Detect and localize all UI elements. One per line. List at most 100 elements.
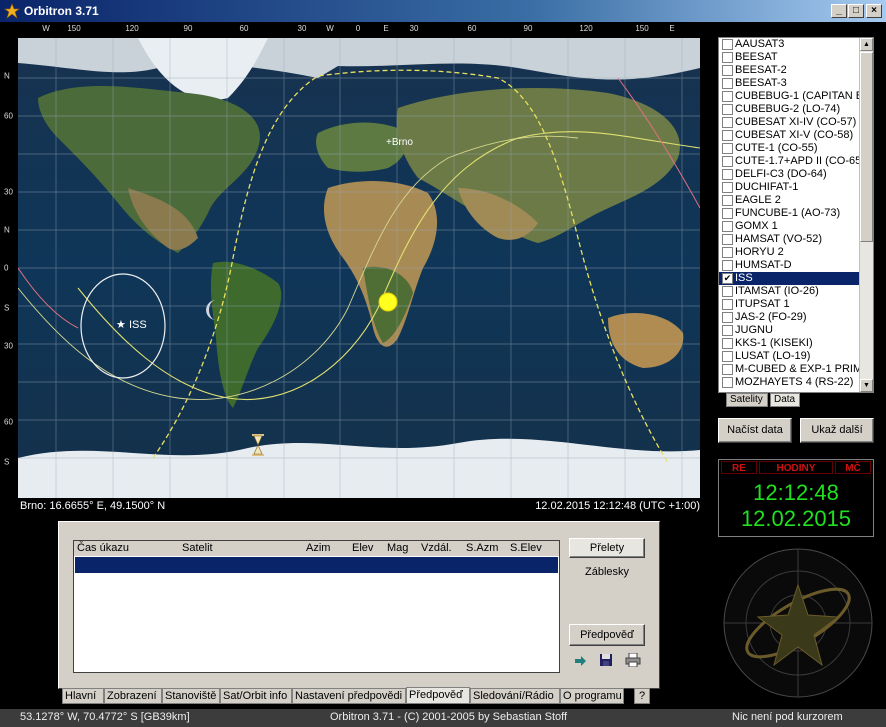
list-item[interactable]: HUMSAT-D [719,259,873,272]
re-toggle[interactable]: RE [721,461,757,474]
list-item[interactable]: ITAMSAT (IO-26) [719,285,873,298]
satellite-checkbox[interactable] [722,39,733,50]
satellite-checkbox[interactable] [722,143,733,154]
satellite-checkbox[interactable] [722,364,733,375]
scroll-up-icon[interactable]: ▲ [860,38,873,51]
satellite-checkbox[interactable] [722,312,733,323]
satellite-checkbox[interactable] [722,351,733,362]
satellite-name: BEESAT [735,51,778,63]
tab-stanoviste[interactable]: Stanoviště [162,688,220,704]
mc-toggle[interactable]: MČ [835,461,871,474]
list-item[interactable]: BEESAT-3 [719,77,873,90]
list-item[interactable]: CUTE-1.7+APD II (CO-65) [719,155,873,168]
satellite-checkbox[interactable] [722,377,733,388]
tab-hlavni[interactable]: Hlavní [62,688,104,704]
satellite-checkbox[interactable] [722,260,733,271]
satellite-checkbox[interactable] [722,104,733,115]
world-map[interactable]: +Brno ★ ISS [18,38,700,498]
arrow-right-icon[interactable] [573,654,587,668]
satellite-checkbox[interactable] [722,247,733,258]
satellite-checkbox[interactable]: ✔ [722,273,733,284]
list-item[interactable]: HORYU 2 [719,246,873,259]
tab-sledovani-radio[interactable]: Sledování/Rádio [470,688,560,704]
tab-satelity[interactable]: Satelity [726,393,768,407]
list-item[interactable]: CUBEBUG-1 (CAPITAN B [719,90,873,103]
list-item[interactable]: AAUSAT3 [719,38,873,51]
maximize-button[interactable]: □ [848,4,864,18]
close-button[interactable]: × [866,4,882,18]
satellite-checkbox[interactable] [722,117,733,128]
col-azim[interactable]: Azim [306,542,330,554]
satellite-checkbox[interactable] [722,65,733,76]
save-icon[interactable] [599,653,613,667]
list-item[interactable]: CUBESAT XI-IV (CO-57) [719,116,873,129]
title-bar[interactable]: Orbitron 3.71 _ □ × [0,0,886,22]
tab-zobrazeni[interactable]: Zobrazení [104,688,162,704]
list-item[interactable]: FUNCUBE-1 (AO-73) [719,207,873,220]
satellite-checkbox[interactable] [722,52,733,63]
list-item[interactable]: CUBEBUG-2 (LO-74) [719,103,873,116]
list-item[interactable]: GOMX 1 [719,220,873,233]
passes-table[interactable]: Čas úkazu Satelit Azim Elev Mag Vzdál. S… [73,540,560,673]
satellite-checkbox[interactable] [722,182,733,193]
satellite-checkbox[interactable] [722,195,733,206]
list-item[interactable]: JAS-2 (FO-29) [719,311,873,324]
list-scrollbar[interactable]: ▲ ▼ [859,38,873,392]
scroll-thumb[interactable] [860,52,873,242]
list-item[interactable]: ITUPSAT 1 [719,298,873,311]
list-item[interactable]: KKS-1 (KISEKI) [719,337,873,350]
tab-data[interactable]: Data [770,393,800,407]
col-satelit[interactable]: Satelit [182,542,213,554]
minimize-button[interactable]: _ [831,4,847,18]
load-data-button[interactable]: Načíst data [718,418,792,443]
satellite-checkbox[interactable] [722,234,733,245]
satellite-checkbox[interactable] [722,91,733,102]
satellite-checkbox[interactable] [722,169,733,180]
tab-nastaveni-predpovedi[interactable]: Nastavení předpovědi [292,688,406,704]
list-item[interactable]: BEESAT [719,51,873,64]
satellite-checkbox[interactable] [722,156,733,167]
list-item[interactable]: EAGLE 2 [719,194,873,207]
clock-mode-label[interactable]: HODINY [759,461,833,474]
tab-o-programu[interactable]: O programu [560,688,624,704]
tab-predpoved[interactable]: Předpověď [406,687,470,704]
list-item[interactable]: DELFI-C3 (DO-64) [719,168,873,181]
list-item[interactable]: M-CUBED & EXP-1 PRIMI [719,363,873,376]
col-vzdal[interactable]: Vzdál. [421,542,452,554]
lon-label: 90 [523,24,533,33]
iss-marker[interactable]: ★ ISS [116,318,147,331]
satellite-checkbox[interactable] [722,286,733,297]
satellite-checkbox[interactable] [722,325,733,336]
list-item[interactable]: CUBESAT XI-V (CO-58) [719,129,873,142]
list-item[interactable]: MOZHAYETS 4 (RS-22) [719,376,873,389]
prelety-button[interactable]: Přelety [569,538,645,558]
tab-sat-orbit-info[interactable]: Sat/Orbit info [220,688,292,704]
brno-marker[interactable]: +Brno [386,137,413,148]
list-item[interactable]: DUCHIFAT-1 [719,181,873,194]
satellite-checkbox[interactable] [722,130,733,141]
list-item[interactable]: JUGNU [719,324,873,337]
list-item[interactable]: HAMSAT (VO-52) [719,233,873,246]
col-elev[interactable]: Elev [352,542,373,554]
list-item[interactable]: LUSAT (LO-19) [719,350,873,363]
satellite-checkbox[interactable] [722,299,733,310]
satellite-checkbox[interactable] [722,338,733,349]
show-more-button[interactable]: Ukaž další [800,418,874,443]
col-selev[interactable]: S.Elev [510,542,542,554]
satellite-checkbox[interactable] [722,78,733,89]
table-row[interactable] [75,557,558,573]
satellite-checkbox[interactable] [722,208,733,219]
list-item[interactable]: ✔ ISS [719,272,873,285]
col-cas[interactable]: Čas úkazu [77,542,129,554]
satellite-checkbox[interactable] [722,221,733,232]
scroll-down-icon[interactable]: ▼ [860,379,873,392]
print-icon[interactable] [625,653,641,667]
list-item[interactable]: CUTE-1 (CO-55) [719,142,873,155]
zablesky-button[interactable]: Záblesky [569,566,645,578]
list-item[interactable]: BEESAT-2 [719,64,873,77]
tab-help[interactable]: ? [634,688,650,704]
predpoved-button[interactable]: Předpověď [569,624,645,646]
col-mag[interactable]: Mag [387,542,408,554]
col-sazm[interactable]: S.Azm [466,542,498,554]
satellite-list[interactable]: AAUSAT3 BEESAT BEESAT-2 BEESAT-3 CUBEBUG-1 (… [718,37,874,393]
